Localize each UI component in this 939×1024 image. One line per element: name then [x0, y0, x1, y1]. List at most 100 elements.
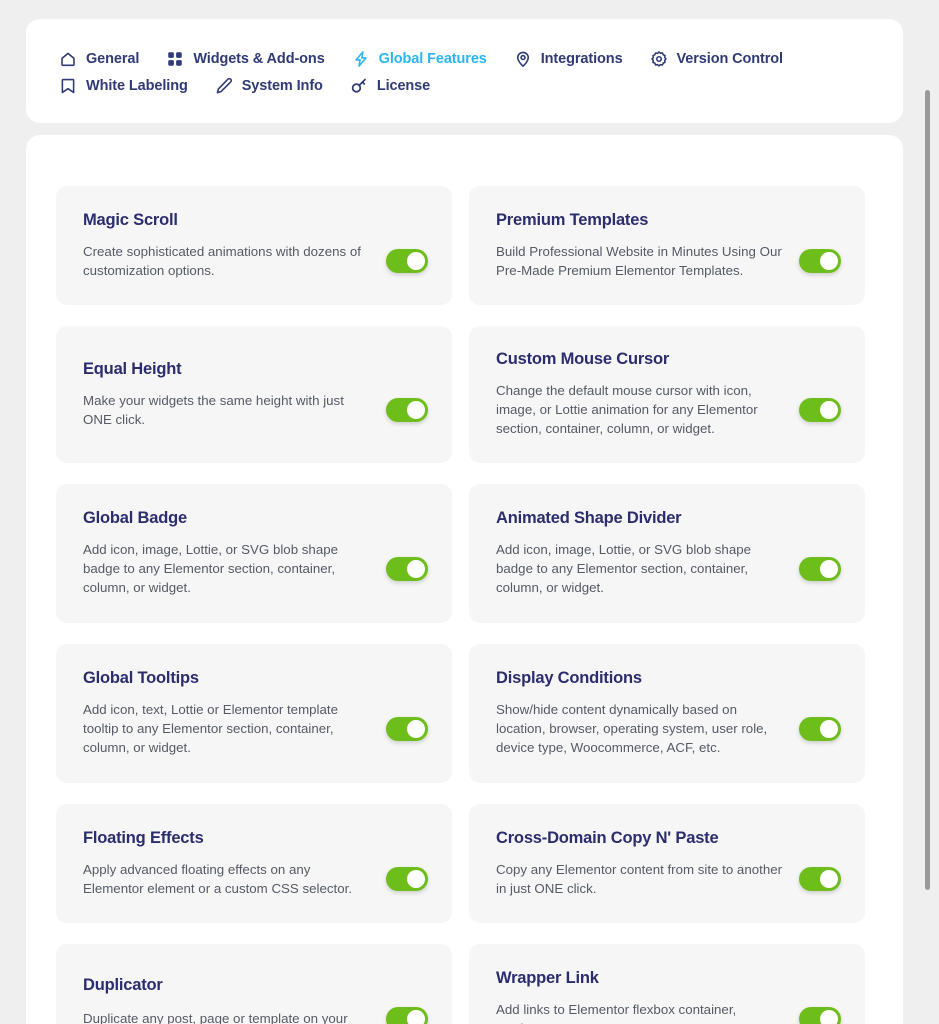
feature-toggle[interactable] — [386, 248, 428, 273]
toggle-knob — [407, 559, 425, 578]
tab-label: Global Features — [378, 50, 487, 67]
feature-card-body: Show/hide content dynamically based on l… — [496, 700, 841, 757]
tab-general[interactable]: General — [59, 45, 149, 72]
feature-description: Add icon, text, Lottie or Elementor temp… — [83, 702, 338, 755]
feature-card: Equal Height Make your widgets the same h… — [56, 326, 452, 463]
feature-card: Premium Templates Build Professional Webs… — [469, 186, 865, 305]
feature-card-body: Create sophisticated animations with doz… — [83, 242, 428, 280]
feature-title: Wrapper Link — [496, 968, 599, 987]
tab-white-labeling[interactable]: White Labeling — [59, 72, 198, 99]
toggle-knob — [407, 1009, 425, 1024]
feature-toggle[interactable] — [799, 397, 841, 422]
feature-toggle[interactable] — [799, 866, 841, 891]
feature-card-body: Change the default mouse cursor with ico… — [496, 381, 841, 438]
tab-label: General — [86, 50, 140, 67]
tab-label: System Info — [241, 77, 323, 94]
tab-license[interactable]: License — [350, 72, 440, 99]
feature-card: Floating Effects Apply advanced floating … — [56, 804, 452, 923]
feature-description: Change the default mouse cursor with ico… — [496, 383, 758, 436]
feature-toggle[interactable] — [386, 556, 428, 581]
home-icon — [59, 50, 77, 68]
feature-card: Cross-Domain Copy N' Paste Copy any Eleme… — [469, 804, 865, 923]
feature-card-body: Make your widgets the same height with j… — [83, 391, 428, 429]
feature-toggle[interactable] — [386, 1006, 428, 1024]
toggle-knob — [820, 400, 838, 419]
feature-title: Display Conditions — [496, 669, 642, 687]
feature-card-body: Duplicate any post, page or template on … — [83, 1006, 428, 1024]
feature-card: Animated Shape Divider Add icon, image, L… — [469, 484, 865, 623]
key-icon — [350, 77, 368, 95]
tab-global-features[interactable]: Global Features — [352, 45, 497, 72]
feature-title: Floating Effects — [83, 828, 204, 847]
feature-cards-grid: Magic Scroll Create sophisticated animati… — [56, 186, 866, 1024]
feature-title: Global Badge — [83, 509, 187, 527]
toggle-knob — [820, 251, 838, 270]
feature-card-body: Add icon, image, Lottie, or SVG blob sha… — [83, 540, 428, 597]
feature-card-body: Add icon, text, Lottie or Elementor temp… — [83, 700, 428, 757]
feature-card: Global Badge Add icon, image, Lottie, or … — [56, 484, 452, 623]
lightning-bolt-icon — [352, 50, 370, 68]
location-pin-icon — [514, 50, 532, 68]
page-root: General Widgets & Add-ons Global Features I… — [0, 0, 939, 1024]
page-scrollbar-thumb[interactable] — [925, 90, 930, 890]
feature-card: Global Tooltips Add icon, text, Lottie or… — [56, 644, 452, 783]
global-features-panel: Magic Scroll Create sophisticated animati… — [26, 135, 903, 1024]
toggle-knob — [820, 559, 838, 578]
toggle-knob — [820, 869, 838, 888]
tab-integrations[interactable]: Integrations — [514, 45, 633, 72]
feature-card: Display Conditions Show/hide content dyna… — [469, 644, 865, 783]
feature-title: Equal Height — [83, 359, 182, 378]
tab-system-info[interactable]: System Info — [215, 72, 333, 99]
feature-toggle[interactable] — [386, 397, 428, 422]
tab-label: License — [376, 77, 431, 94]
feature-description: Add links to Elementor flexbox container… — [496, 1001, 737, 1024]
tab-widgets-add-ons[interactable]: Widgets & Add-ons — [166, 45, 334, 72]
feature-toggle[interactable] — [799, 248, 841, 273]
toggle-knob — [407, 869, 425, 888]
feature-description: Add icon, image, Lottie, or SVG blob sha… — [83, 542, 339, 595]
feature-toggle[interactable] — [386, 866, 428, 891]
feature-description: Copy any Elementor content from site to … — [496, 861, 783, 896]
feature-card-body: Add links to Elementor flexbox container… — [496, 1000, 841, 1024]
tab-label: Widgets & Add-ons — [193, 50, 325, 67]
tab-label: White Labeling — [86, 77, 188, 94]
gear-icon — [650, 50, 668, 68]
grid-icon — [166, 50, 184, 68]
feature-card-body: Build Professional Website in Minutes Us… — [496, 242, 841, 280]
toggle-knob — [407, 719, 425, 738]
toggle-knob — [820, 719, 838, 738]
feature-title: Cross-Domain Copy N' Paste — [496, 828, 719, 847]
feature-card: Custom Mouse Cursor Change the default mo… — [469, 326, 865, 463]
feature-card-body: Apply advanced floating effects on any E… — [83, 860, 428, 898]
feature-card: Wrapper Link Add links to Elementor flexb… — [469, 944, 865, 1024]
toggle-knob — [407, 400, 425, 419]
page-scrollbar-track[interactable] — [925, 0, 935, 1024]
feature-card: Duplicator Duplicate any post, page or te… — [56, 944, 452, 1024]
settings-tab-panel: General Widgets & Add-ons Global Features I… — [26, 19, 903, 123]
tab-row: General Widgets & Add-ons Global Features I… — [59, 45, 859, 99]
feature-title: Premium Templates — [496, 210, 649, 229]
feature-title: Global Tooltips — [83, 669, 199, 687]
feature-toggle[interactable] — [799, 1006, 841, 1024]
feature-description: Add icon, image, Lottie, or SVG blob sha… — [496, 542, 752, 595]
feature-title: Animated Shape Divider — [496, 509, 682, 527]
feature-toggle[interactable] — [799, 716, 841, 741]
bookmark-icon — [59, 77, 77, 95]
feature-description: Apply advanced floating effects on any E… — [83, 861, 353, 896]
feature-column-right: Premium Templates Build Professional Webs… — [469, 186, 865, 1024]
feature-column-left: Magic Scroll Create sophisticated animati… — [56, 186, 452, 1024]
feature-title: Magic Scroll — [83, 210, 178, 229]
toggle-knob — [407, 251, 425, 270]
feature-description: Duplicate any post, page or template on … — [83, 1011, 348, 1024]
feature-description: Build Professional Website in Minutes Us… — [496, 243, 782, 278]
tab-version-control[interactable]: Version Control — [650, 45, 793, 72]
tab-label: Version Control — [676, 50, 784, 67]
tab-label: Integrations — [540, 50, 623, 67]
feature-title: Duplicator — [83, 975, 163, 994]
toggle-knob — [820, 1009, 838, 1024]
feature-toggle[interactable] — [799, 556, 841, 581]
feature-toggle[interactable] — [386, 716, 428, 741]
feature-description: Make your widgets the same height with j… — [83, 392, 344, 427]
feature-description: Show/hide content dynamically based on l… — [496, 702, 768, 755]
feature-card-body: Add icon, image, Lottie, or SVG blob sha… — [496, 540, 841, 597]
